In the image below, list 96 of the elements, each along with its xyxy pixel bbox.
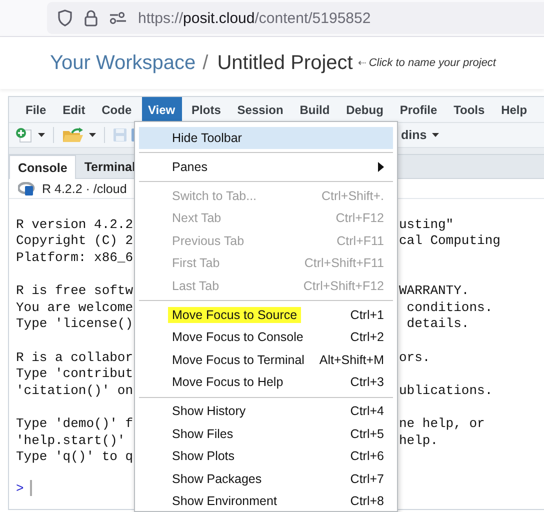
menu-option[interactable]: Show Packages Ctrl+7: [139, 468, 393, 490]
folder-icon[interactable]: [62, 127, 84, 143]
console-text: ors.: [399, 350, 430, 365]
menu-label: Panes: [171, 158, 208, 175]
console-text: details.: [406, 316, 470, 332]
menu-item[interactable]: Build: [293, 97, 336, 122]
menu-option[interactable]: Move Focus to Help Ctrl+3: [139, 371, 393, 394]
shortcut-text: Ctrl+Shift+F11: [304, 256, 384, 270]
console-text: Type 'demo()' f: [16, 416, 134, 431]
menu-option[interactable]: Show Files Ctrl+5: [139, 422, 393, 445]
shortcut-text: Ctrl+2: [350, 330, 384, 344]
arrow-icon: ⇠: [358, 57, 366, 69]
menu-item[interactable]: Debug: [340, 97, 390, 122]
pane-tab[interactable]: Console: [9, 155, 76, 179]
url-text: https://posit.cloud/content/5195852: [138, 10, 371, 26]
menu-option[interactable]: Hide Toolbar: [139, 126, 393, 149]
console-text: ublications.: [399, 382, 493, 398]
console-text: help.: [399, 432, 438, 448]
menu-item[interactable]: Profile: [393, 97, 444, 122]
menu-label: First Tab: [171, 255, 221, 272]
shortcut-text: Ctrl+6: [350, 449, 384, 464]
console-text: Copyright (C) 2: [16, 233, 134, 248]
lock-icon[interactable]: [84, 9, 98, 27]
menu-option[interactable]: Move Focus to Terminal Alt+Shift+M: [139, 348, 393, 371]
console-text: Type 'contribut: [16, 366, 134, 382]
project-hint: Click to name your project: [368, 57, 496, 69]
shortcut-text: Ctrl+7: [350, 472, 384, 486]
menu-option[interactable]: Move Focus to Source Ctrl+1: [139, 304, 393, 326]
menu-label: Previous Tab: [171, 232, 246, 249]
menu-item[interactable]: Tools: [447, 97, 492, 122]
console-text: R version 4.2.2: [16, 216, 134, 232]
menu-label: Next Tab: [171, 210, 222, 226]
shortcut-text: Ctrl+8: [350, 494, 384, 508]
shortcut-text: Ctrl+4: [350, 404, 384, 418]
highlighted-label: Move Focus to Source: [168, 306, 302, 323]
project-title[interactable]: Untitled Project: [217, 52, 353, 74]
menu-item[interactable]: Help: [494, 97, 534, 122]
menu-item[interactable]: Session: [230, 97, 290, 122]
caret-icon: [432, 133, 439, 137]
logo-icon: [18, 182, 36, 196]
save-icon: [113, 128, 127, 142]
menu-label: Move Focus to Help: [171, 374, 284, 390]
menu-item[interactable]: Plots: [185, 97, 228, 122]
menu-option[interactable]: Move Focus to Console Ctrl+2: [139, 326, 393, 348]
console-text: R is free softw: [16, 283, 134, 298]
shortcut-text: Ctrl+Shift+.: [321, 188, 384, 203]
console-text: cal Computing: [399, 233, 500, 248]
settings-icon[interactable]: [109, 11, 127, 25]
console-text: ne help, or: [399, 416, 485, 431]
menu-option[interactable]: Show Environment Ctrl+8: [139, 490, 393, 511]
console-text: Type 'license(): [16, 316, 134, 332]
shortcut-text: Ctrl+3: [350, 375, 384, 390]
console-text: Type 'q()' to q: [16, 449, 134, 464]
console-text: Platform: x86_6: [16, 250, 134, 265]
console-text: 'citation()' on: [16, 382, 134, 398]
menu-option[interactable]: Show Plots Ctrl+6: [139, 445, 393, 468]
console-text: WARRANTY.: [399, 283, 470, 298]
menu-label: Switch to Tab...: [171, 188, 258, 204]
menu-label: Show Plots: [171, 448, 236, 464]
console-text: You are welcome: [16, 300, 134, 315]
caret-icon[interactable]: [89, 133, 96, 137]
shortcut-text: Ctrl+5: [350, 426, 384, 441]
shortcut-text: Ctrl+F11: [336, 234, 384, 248]
submenu-arrow-icon: [378, 162, 384, 172]
menu-label: Hide Toolbar: [171, 130, 243, 146]
menu-label: Show History: [171, 403, 247, 420]
shortcut-text: Alt+Shift+M: [319, 352, 384, 367]
menu-label: Move Focus to Terminal: [171, 352, 306, 368]
console-text: usting": [399, 216, 454, 232]
new-file-icon[interactable]: [15, 127, 33, 143]
breadcrumb-separator: /: [202, 52, 208, 74]
menu-option[interactable]: Panes: [139, 156, 393, 178]
workspace-link[interactable]: Your Workspace: [50, 52, 196, 74]
address-bar[interactable]: https://posit.cloud/content/5195852: [47, 2, 544, 34]
shortcut-text: Ctrl+Shift+F12: [303, 278, 384, 293]
menu-label: Show Environment: [171, 493, 278, 510]
console-text: conditions.: [406, 300, 493, 315]
menu-item[interactable]: Edit: [56, 97, 92, 122]
menu-label: Last Tab: [171, 278, 220, 294]
console-text: R is a collabor: [16, 350, 134, 365]
working-directory: R 4.2.2 · /cloud: [42, 182, 127, 196]
menu-item[interactable]: Code: [95, 97, 138, 122]
menu-label: Move Focus to Console: [171, 329, 304, 346]
text-cursor: [30, 480, 32, 496]
menu-label: Show Packages: [171, 470, 263, 487]
console-text: 'help.start()': [16, 432, 126, 448]
caret-icon[interactable]: [38, 133, 45, 137]
menu-label: Show Files: [171, 426, 234, 442]
console-prompt: >: [16, 480, 24, 496]
addins-menu[interactable]: dins: [401, 128, 439, 142]
shield-icon[interactable]: [57, 9, 73, 27]
shortcut-text: Ctrl+1: [350, 308, 384, 322]
menu-item[interactable]: View: [142, 97, 182, 122]
shortcut-text: Ctrl+F12: [336, 211, 384, 226]
menu-item[interactable]: File: [19, 97, 53, 122]
menu-option[interactable]: Show History Ctrl+4: [139, 400, 393, 422]
